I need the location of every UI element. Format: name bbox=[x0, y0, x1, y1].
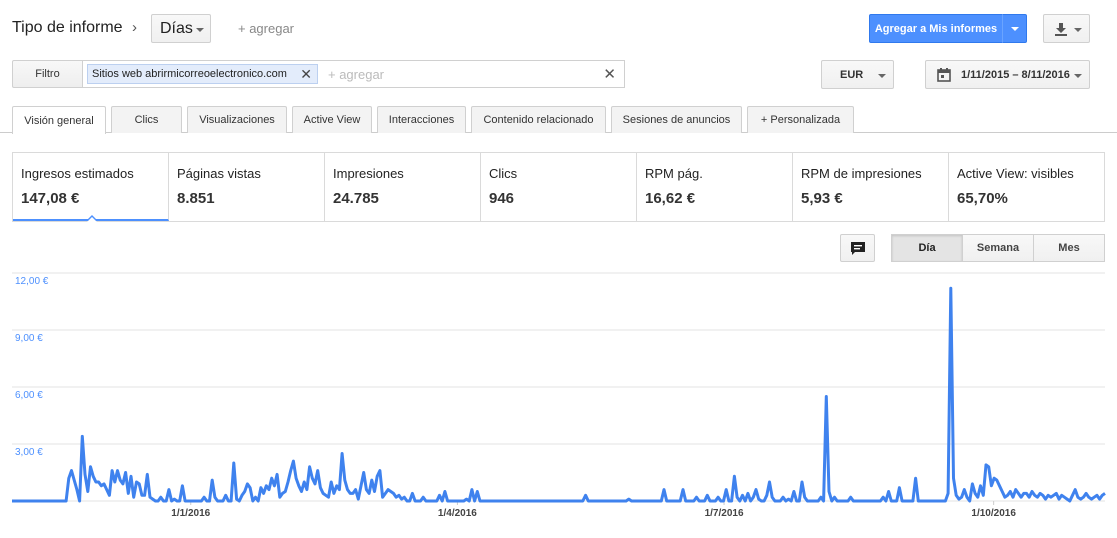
revenue-line-chart: 3,00 € 6,00 € 9,00 € 12,00 € 1/1/2016 1/4/20… bbox=[12, 272, 1106, 519]
filter-chip-value: abrirmicorreoelectronico.com bbox=[145, 68, 287, 80]
tab-active-view[interactable]: Active View bbox=[292, 106, 372, 133]
x-tick-label: 1/10/2016 bbox=[971, 508, 1016, 519]
filter-button[interactable]: Filtro bbox=[12, 60, 83, 88]
metric-label: Impresiones bbox=[333, 166, 404, 181]
report-type-select-value: Días bbox=[160, 19, 193, 37]
report-type-title: Tipo de informe bbox=[12, 19, 123, 36]
metric-label: Ingresos estimados bbox=[21, 166, 134, 181]
chevron-down-icon bbox=[1011, 27, 1019, 31]
tab-vision-general[interactable]: Visión general bbox=[12, 106, 106, 134]
filter-add-input[interactable]: + agregar bbox=[328, 67, 384, 82]
chevron-down-icon bbox=[1074, 28, 1082, 32]
annotate-button[interactable] bbox=[840, 234, 875, 262]
metric-rpm-impresiones[interactable]: RPM de impresiones 5,93 € bbox=[793, 153, 949, 221]
metric-value: 946 bbox=[489, 190, 515, 207]
filter-chip: Sitios web abrirmicorreoelectronico.com … bbox=[87, 64, 318, 84]
chevron-down-icon bbox=[196, 28, 204, 32]
chevron-down-icon bbox=[878, 74, 886, 78]
x-tick-label: 1/1/2016 bbox=[171, 508, 210, 519]
filter-chip-prefix: Sitios web bbox=[92, 68, 143, 80]
y-tick-label: 3,00 € bbox=[15, 447, 43, 458]
metric-paginas-vistas[interactable]: Páginas vistas 8.851 bbox=[169, 153, 325, 221]
granularity-month-button[interactable]: Mes bbox=[1033, 234, 1105, 262]
metric-label: Clics bbox=[489, 166, 518, 181]
tab-visualizaciones[interactable]: Visualizaciones bbox=[187, 106, 287, 133]
currency-select-value: EUR bbox=[840, 68, 864, 81]
metric-impresiones[interactable]: Impresiones 24.785 bbox=[325, 153, 481, 221]
comment-icon bbox=[851, 242, 865, 255]
metric-value: 65,70% bbox=[957, 190, 1008, 207]
tab-clics[interactable]: Clics bbox=[111, 106, 182, 133]
revenue-series-line bbox=[12, 286, 1106, 503]
metric-clics[interactable]: Clics 946 bbox=[481, 153, 637, 221]
y-tick-label: 12,00 € bbox=[15, 276, 49, 287]
metric-active-view-visibles[interactable]: Active View: visibles 65,70% bbox=[949, 153, 1104, 221]
metric-ingresos-estimados[interactable]: Ingresos estimados 147,08 € bbox=[13, 153, 169, 222]
metrics-bar: Ingresos estimados 147,08 € Páginas vist… bbox=[12, 152, 1105, 222]
metric-label: RPM pág. bbox=[645, 166, 703, 181]
tab-contenido-relacionado[interactable]: Contenido relacionado bbox=[471, 106, 606, 133]
add-report-dimension-link[interactable]: + agregar bbox=[238, 21, 294, 36]
clear-filter-icon[interactable]: ✕ bbox=[603, 65, 616, 83]
metric-label: Páginas vistas bbox=[177, 166, 261, 181]
y-tick-label: 6,00 € bbox=[15, 390, 43, 401]
metric-rpm-pag[interactable]: RPM pág. 16,62 € bbox=[637, 153, 793, 221]
report-type-select[interactable]: Días bbox=[151, 14, 211, 43]
remove-filter-icon[interactable]: ✕ bbox=[300, 66, 312, 83]
download-icon bbox=[1055, 23, 1067, 36]
y-tick-label: 9,00 € bbox=[15, 333, 43, 344]
granularity-week-button[interactable]: Semana bbox=[962, 234, 1034, 262]
tab-personalizada[interactable]: + Personalizada bbox=[747, 106, 854, 133]
add-to-my-reports-button[interactable]: Agregar a Mis informes bbox=[869, 14, 1002, 43]
metric-label: RPM de impresiones bbox=[801, 166, 922, 181]
download-button[interactable] bbox=[1043, 14, 1090, 43]
tab-sesiones-de-anuncios[interactable]: Sesiones de anuncios bbox=[611, 106, 742, 133]
metric-value: 8.851 bbox=[177, 190, 215, 207]
breadcrumb-chevron-icon: › bbox=[132, 19, 137, 36]
metric-value: 5,93 € bbox=[801, 190, 843, 207]
date-range-label: 1/11/2015 – 8/11/2016 bbox=[961, 69, 1070, 81]
currency-select[interactable]: EUR bbox=[821, 60, 894, 89]
date-range-select[interactable]: 1/11/2015 – 8/11/2016 bbox=[925, 60, 1090, 89]
x-tick-label: 1/7/2016 bbox=[705, 508, 744, 519]
calendar-icon bbox=[937, 68, 951, 82]
metric-value: 16,62 € bbox=[645, 190, 696, 207]
chevron-down-icon bbox=[1074, 74, 1082, 78]
add-to-reports-dropdown-button[interactable] bbox=[1002, 14, 1027, 43]
metric-label: Active View: visibles bbox=[957, 166, 1074, 181]
filter-box[interactable]: Sitios web abrirmicorreoelectronico.com … bbox=[82, 60, 625, 88]
tab-interacciones[interactable]: Interacciones bbox=[377, 106, 466, 133]
granularity-day-button[interactable]: Día bbox=[891, 234, 963, 262]
x-tick-label: 1/4/2016 bbox=[438, 508, 477, 519]
metric-value: 24.785 bbox=[333, 190, 379, 207]
metric-value: 147,08 € bbox=[21, 190, 80, 207]
selected-metric-pointer-icon bbox=[86, 215, 98, 222]
